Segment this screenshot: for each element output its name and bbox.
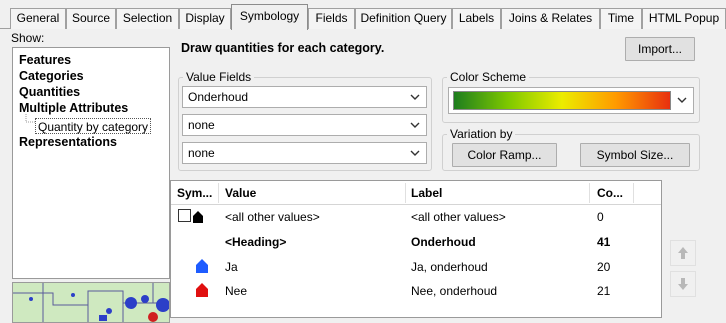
show-item-categories[interactable]: Categories	[19, 68, 84, 84]
tab-general[interactable]: General	[10, 8, 66, 29]
row-count-heading: 41	[597, 235, 611, 249]
symbol-cell-ja[interactable]	[195, 258, 209, 274]
chevron-down-icon	[410, 150, 420, 156]
chevron-down-icon	[410, 122, 420, 128]
show-item-quantity-by-category[interactable]: Quantity by category	[35, 118, 152, 134]
page-heading: Draw quantities for each category.	[181, 41, 385, 55]
symbology-preview-thumbnail	[12, 282, 170, 323]
header-label[interactable]: Label	[411, 181, 442, 205]
row-count: 0	[597, 210, 604, 224]
header-separator	[405, 183, 406, 203]
tab-display[interactable]: Display	[179, 8, 231, 29]
import-button[interactable]: Import...	[625, 37, 695, 61]
arrow-up-icon	[678, 247, 688, 259]
value-field-dropdown-2[interactable]: none	[182, 114, 427, 136]
tab-strip: General Source Selection Display Symbolo…	[0, 0, 726, 30]
header-symbol[interactable]: Sym...	[177, 181, 212, 205]
tab-symbology[interactable]: Symbology	[231, 4, 308, 30]
show-label: Show:	[11, 31, 45, 45]
move-up-button[interactable]	[670, 240, 696, 266]
value-fields-title: Value Fields	[183, 70, 255, 84]
tab-time[interactable]: Time	[600, 8, 642, 29]
move-down-button[interactable]	[670, 271, 696, 297]
tab-source[interactable]: Source	[66, 8, 116, 29]
blue-house-icon	[196, 259, 208, 273]
symbol-class-table[interactable]: Sym... Value Label Co... <all other valu…	[170, 180, 662, 318]
tab-labels[interactable]: Labels	[452, 8, 501, 29]
header-separator	[218, 183, 219, 203]
value-field-1-value: Onderhoud	[188, 90, 249, 104]
row-value: Ja	[225, 260, 238, 274]
header-separator	[589, 183, 590, 203]
row-label: Nee, onderhoud	[411, 284, 498, 298]
row-count: 20	[597, 260, 611, 274]
tab-selection[interactable]: Selection	[116, 8, 179, 29]
chevron-down-icon	[677, 97, 687, 103]
value-field-dropdown-3[interactable]: none	[182, 142, 427, 164]
tab-fields[interactable]: Fields	[308, 8, 355, 29]
variation-by-title: Variation by	[447, 127, 516, 141]
show-listbox[interactable]: Features Categories Quantities Multiple …	[12, 47, 170, 279]
row-count: 21	[597, 284, 611, 298]
row-label: <all other values>	[411, 210, 506, 224]
table-header: Sym... Value Label Co...	[171, 181, 661, 205]
color-scheme-title: Color Scheme	[447, 70, 530, 84]
symbol-cell-nee[interactable]	[195, 282, 209, 298]
value-field-dropdown-1[interactable]: Onderhoud	[182, 86, 427, 108]
symbol-size-button[interactable]: Symbol Size...	[580, 143, 690, 167]
header-value[interactable]: Value	[225, 181, 256, 205]
header-separator	[633, 183, 634, 203]
value-field-2-value: none	[188, 118, 215, 132]
map-preview-image	[13, 283, 169, 322]
row-value: <all other values>	[225, 210, 320, 224]
tab-joins-relates[interactable]: Joins & Relates	[501, 8, 600, 29]
chevron-down-icon	[410, 94, 420, 100]
checkbox-and-black-house-icon	[178, 209, 203, 223]
header-count[interactable]: Co...	[597, 181, 623, 205]
show-item-quantities[interactable]: Quantities	[19, 84, 80, 100]
arrow-down-icon	[678, 278, 688, 290]
symbol-cell-all-other[interactable]	[177, 208, 207, 224]
value-field-3-value: none	[188, 146, 215, 160]
row-value-heading: <Heading>	[225, 235, 287, 249]
row-label-heading: Onderhoud	[411, 235, 476, 249]
tab-html-popup[interactable]: HTML Popup	[642, 8, 726, 29]
show-item-features[interactable]: Features	[19, 52, 71, 68]
row-label: Ja, onderhoud	[411, 260, 488, 274]
show-item-representations[interactable]: Representations	[19, 134, 117, 150]
color-ramp-button[interactable]: Color Ramp...	[452, 143, 557, 167]
tab-definition-query[interactable]: Definition Query	[355, 8, 452, 29]
color-scheme-dropdown[interactable]	[448, 87, 694, 114]
color-ramp-preview	[453, 91, 671, 110]
row-value: Nee	[225, 284, 248, 298]
red-house-icon	[196, 283, 208, 297]
